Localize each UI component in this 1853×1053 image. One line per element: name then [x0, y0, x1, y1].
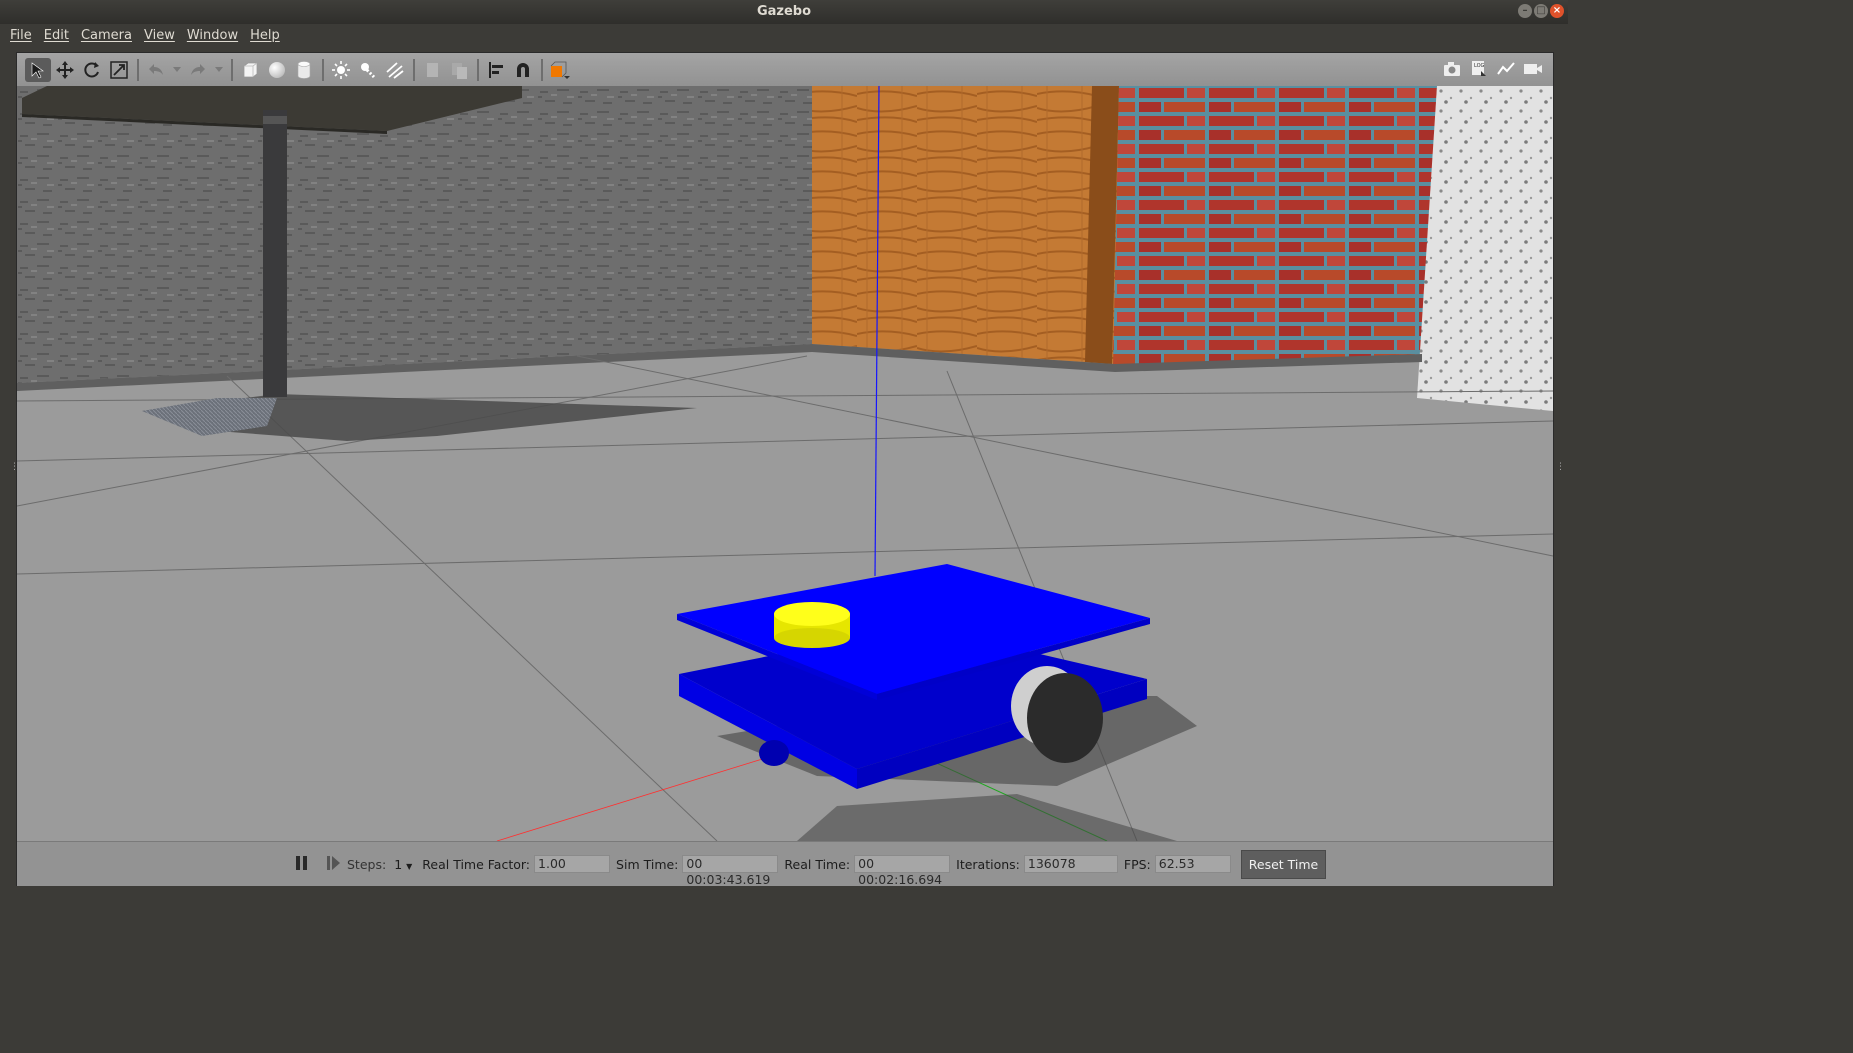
- plot-icon[interactable]: [1493, 57, 1519, 81]
- cylinder-icon[interactable]: [291, 58, 317, 82]
- select-arrow-icon[interactable]: [25, 57, 51, 82]
- snap-icon[interactable]: [510, 58, 536, 82]
- sim-time-label: Sim Time:: [616, 856, 679, 872]
- screenshot-icon[interactable]: [1439, 57, 1465, 81]
- window-title: Gazebo: [756, 4, 812, 19]
- menu-edit[interactable]: Edit: [38, 28, 75, 43]
- toolbar-separator: [541, 58, 543, 81]
- iterations-value: 136078: [1023, 855, 1118, 873]
- toolbar-separator: [322, 58, 324, 81]
- menu-bar: File Edit Camera View Window Help: [0, 24, 1572, 46]
- translate-icon[interactable]: [52, 58, 78, 82]
- redo-icon[interactable]: [185, 58, 211, 82]
- real-time-factor-label: Real Time Factor:: [422, 856, 531, 872]
- sphere-icon[interactable]: [264, 58, 290, 82]
- directional-light-icon[interactable]: [382, 58, 408, 82]
- svg-text:LOG: LOG: [1474, 63, 1485, 69]
- real-time-value: 00 00:02:16.694: [854, 855, 951, 887]
- real-time-label: Real Time:: [784, 856, 851, 872]
- toolbar-separator: [477, 58, 479, 81]
- log-icon[interactable]: LOG: [1466, 57, 1492, 81]
- undo-icon[interactable]: [143, 58, 169, 82]
- box-icon[interactable]: [237, 58, 263, 82]
- right-panel-handle[interactable]: ⋮: [1556, 462, 1565, 474]
- paste-icon[interactable]: [446, 58, 472, 82]
- toolbar-separator: [231, 58, 233, 81]
- menu-camera[interactable]: Camera: [75, 28, 138, 43]
- close-icon[interactable]: ×: [1550, 4, 1564, 18]
- steps-spinner[interactable]: 1 ▼: [394, 857, 412, 872]
- minimize-icon[interactable]: –: [1518, 4, 1532, 18]
- left-panel-handle[interactable]: ⋮: [10, 462, 19, 474]
- menu-window[interactable]: Window: [181, 28, 244, 43]
- iterations-label: Iterations:: [956, 856, 1020, 872]
- maximize-icon[interactable]: □: [1534, 4, 1548, 18]
- sim-time-value: 00 00:03:43.619: [682, 855, 779, 887]
- chevron-down-icon[interactable]: ▼: [406, 862, 412, 871]
- menu-file[interactable]: File: [4, 28, 38, 43]
- pause-icon[interactable]: [295, 855, 309, 874]
- align-icon[interactable]: [483, 58, 509, 82]
- point-light-icon[interactable]: [328, 58, 354, 82]
- menu-help[interactable]: Help: [244, 28, 286, 43]
- steps-label: Steps:: [347, 856, 387, 872]
- scene-render[interactable]: [17, 86, 1553, 841]
- main-frame: LOG Steps: 1 ▼ Real Time Factor: 1.00 Si…: [16, 52, 1554, 887]
- toolbar-separator: [413, 58, 415, 81]
- scene-viewport[interactable]: [17, 86, 1553, 841]
- toolbar-separator: [137, 58, 139, 81]
- window-titlebar: Gazebo – □ ×: [0, 0, 1568, 24]
- real-time-factor-value: 1.00: [534, 855, 611, 873]
- fps-value: 62.53: [1154, 855, 1231, 873]
- reset-time-button[interactable]: Reset Time: [1240, 849, 1327, 879]
- record-video-icon[interactable]: [1520, 57, 1546, 81]
- spot-light-icon[interactable]: [355, 58, 381, 82]
- fps-label: FPS:: [1123, 856, 1151, 872]
- menu-view[interactable]: View: [138, 28, 181, 43]
- rotate-icon[interactable]: [79, 58, 105, 82]
- steps-value: 1: [394, 856, 403, 872]
- step-icon[interactable]: [327, 855, 341, 874]
- redo-dropdown-icon[interactable]: [212, 58, 226, 82]
- scale-icon[interactable]: [106, 58, 132, 82]
- view-angle-icon[interactable]: [547, 58, 573, 82]
- undo-dropdown-icon[interactable]: [170, 58, 184, 82]
- toolbar: LOG: [17, 53, 1553, 86]
- status-bar: Steps: 1 ▼ Real Time Factor: 1.00 Sim Ti…: [17, 841, 1553, 887]
- copy-icon[interactable]: [419, 58, 445, 82]
